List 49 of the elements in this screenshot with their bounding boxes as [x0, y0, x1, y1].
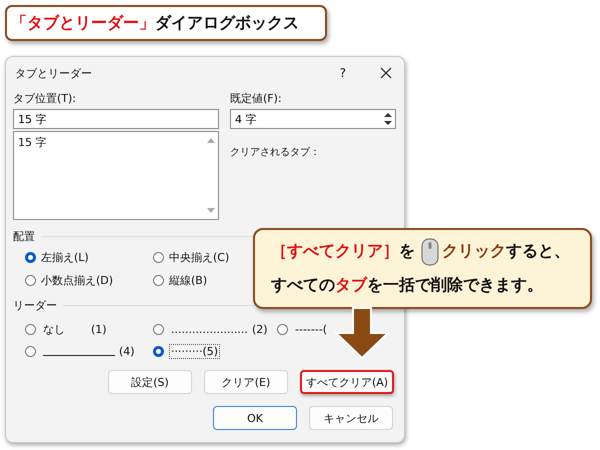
radio-label[interactable]: 小数点揃え(D) — [41, 272, 114, 288]
leader-option[interactable]: (4) — [41, 344, 137, 358]
radio-label[interactable]: 中央揃え(C) — [169, 250, 230, 264]
callout-text: タブ — [335, 275, 367, 296]
scroll-up-icon[interactable] — [207, 137, 215, 143]
radio-button[interactable] — [153, 252, 164, 262]
callout-text: を — [399, 241, 415, 262]
radio-label[interactable]: 縦線(B) — [169, 272, 208, 288]
radio-button[interactable] — [25, 252, 36, 262]
leader-heading: リーダー — [13, 298, 57, 312]
leader-option[interactable]: -------( — [293, 322, 330, 336]
tab-stop-list[interactable]: 15 字 — [13, 131, 219, 220]
dialog-button[interactable]: すべてクリア(A) — [300, 370, 394, 394]
spinner-arrows-icon[interactable] — [384, 112, 392, 126]
dialog-button[interactable]: クリア(E) — [204, 370, 288, 394]
default-stop-field[interactable]: 4 字 — [231, 112, 384, 126]
default-stop-label: 既定値(F): — [230, 91, 283, 107]
radio-button[interactable] — [25, 346, 36, 356]
radio-button[interactable] — [277, 324, 288, 334]
radio-button[interactable] — [25, 274, 36, 286]
radio-label[interactable]: 左揃え(L) — [41, 250, 89, 264]
tab-position-label: タブ位置(T): — [13, 91, 78, 107]
radio-button[interactable] — [153, 346, 164, 356]
callout-text: ［すべてクリア］ — [271, 241, 399, 262]
callout-text: すると、 — [506, 241, 570, 262]
tab-position-field[interactable]: 15 字 — [13, 109, 219, 129]
tab-stop-item[interactable]: 15 字 — [18, 135, 200, 150]
leader-option[interactable]: ·········(5) — [169, 344, 220, 358]
window-title: タブとリーダー — [15, 66, 93, 80]
callout-text: を一括で削除できます。 — [367, 275, 543, 296]
scroll-down-icon[interactable] — [207, 208, 215, 214]
alignment-heading: 配置 — [13, 228, 35, 244]
banner-title-text: 「タブとリーダー」 — [11, 12, 155, 34]
dialog-button[interactable]: 設定(S) — [108, 370, 192, 394]
callout-text: クリック — [442, 241, 506, 262]
default-stop-spinner[interactable]: 4 字 — [230, 109, 396, 129]
radio-button[interactable] — [153, 324, 164, 334]
radio-button[interactable] — [25, 324, 36, 334]
callout-text: すべての — [271, 275, 335, 296]
leader-option[interactable]: ...................... (2) — [169, 322, 270, 336]
mouse-icon — [421, 238, 439, 266]
help-button[interactable]: ? — [340, 66, 346, 80]
radio-button[interactable] — [153, 274, 164, 286]
leader-option[interactable]: なし (1) — [41, 320, 109, 338]
dialog-button[interactable]: キャンセル — [309, 406, 393, 430]
close-icon[interactable] — [380, 67, 392, 79]
cleared-tabs-label: クリアされるタブ： — [230, 146, 321, 159]
banner-title-text: ダイアログボックス — [155, 12, 299, 34]
dialog-button[interactable]: OK — [213, 406, 297, 430]
